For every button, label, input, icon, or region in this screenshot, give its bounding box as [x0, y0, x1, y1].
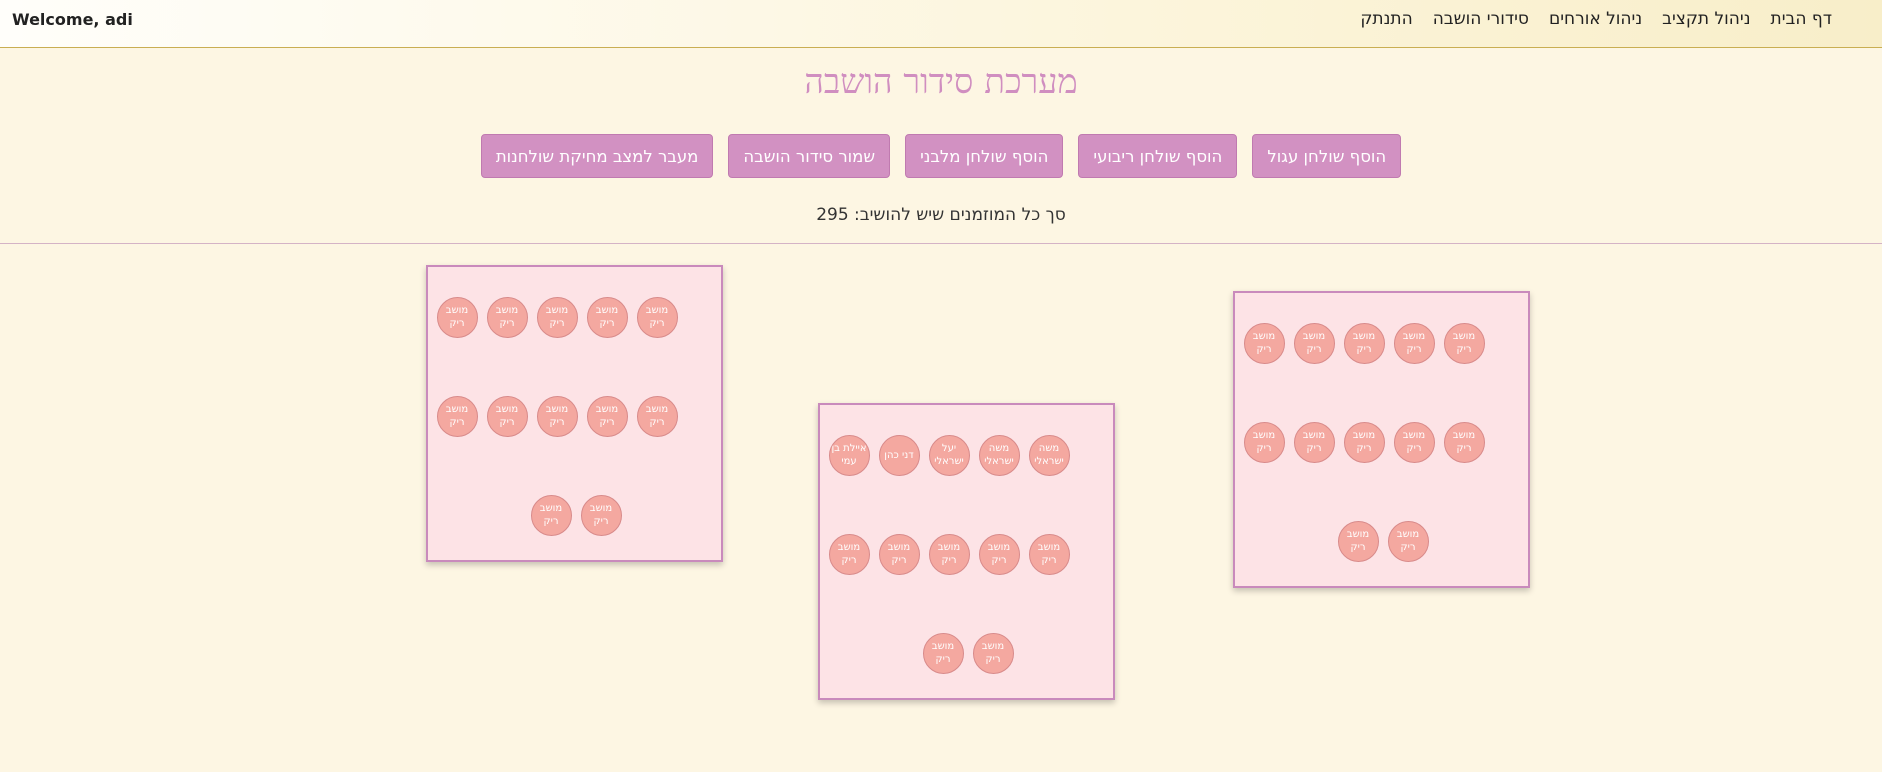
seating-table[interactable]: מושב ריק מושב ריק מושב ריק מושב ריק מושב ריק…: [1233, 291, 1530, 588]
nav-link-home[interactable]: דף הבית: [1771, 9, 1832, 29]
seat[interactable]: מושב ריק: [1443, 322, 1485, 364]
seat[interactable]: מושב ריק: [636, 296, 678, 338]
toolbar: הוסף שולחן עגול הוסף שולחן ריבועי הוסף ש…: [0, 134, 1882, 178]
seat[interactable]: מושב ריק: [636, 395, 678, 437]
seat[interactable]: מושב ריק: [978, 533, 1020, 575]
seat[interactable]: מושב ריק: [1293, 421, 1335, 463]
seat[interactable]: יעל ישראלי: [928, 434, 970, 476]
nav-links: דף הבית ניהול תקציב ניהול אורחים סידורי …: [1360, 9, 1832, 29]
seat[interactable]: מושב ריק: [1243, 322, 1285, 364]
seat[interactable]: מושב ריק: [580, 494, 622, 536]
add-rectangle-table-button[interactable]: הוסף שולחן מלבני: [905, 134, 1064, 178]
seat[interactable]: מושב ריק: [436, 296, 478, 338]
seat[interactable]: מושב ריק: [972, 632, 1014, 674]
seat[interactable]: מושב ריק: [1028, 533, 1070, 575]
add-square-table-button[interactable]: הוסף שולחן ריבועי: [1078, 134, 1238, 178]
delete-tables-mode-button[interactable]: מעבר למצב מחיקת שולחנות: [480, 134, 714, 178]
seat[interactable]: מושב ריק: [486, 296, 528, 338]
nav-link-logout[interactable]: התנתק: [1360, 9, 1412, 29]
section-divider: [0, 243, 1882, 244]
seat[interactable]: מושב ריק: [1393, 421, 1435, 463]
seating-table[interactable]: מושב ריק מושב ריק מושב ריק מושב ריק מושב ריק…: [426, 265, 723, 562]
seat[interactable]: משה ישראלי: [1028, 434, 1070, 476]
seat[interactable]: מושב ריק: [586, 395, 628, 437]
seat[interactable]: מושב ריק: [1343, 421, 1385, 463]
seat[interactable]: מושב ריק: [828, 533, 870, 575]
seat[interactable]: מושב ריק: [1393, 322, 1435, 364]
seat[interactable]: מושב ריק: [1243, 421, 1285, 463]
page-title: מערכת סידור הושבה: [804, 62, 1078, 102]
seat[interactable]: מושב ריק: [1293, 322, 1335, 364]
welcome-text: Welcome, adi: [12, 10, 133, 29]
seat[interactable]: מושב ריק: [486, 395, 528, 437]
nav-link-seating[interactable]: סידורי הושבה: [1433, 9, 1529, 29]
seat[interactable]: מושב ריק: [1443, 421, 1485, 463]
seat[interactable]: משה ישראלי: [978, 434, 1020, 476]
add-round-table-button[interactable]: הוסף שולחן עגול: [1252, 134, 1402, 178]
seat[interactable]: מושב ריק: [922, 632, 964, 674]
top-navbar: Welcome, adi דף הבית ניהול תקציב ניהול א…: [0, 0, 1882, 48]
seat[interactable]: מושב ריק: [530, 494, 572, 536]
nav-link-guests[interactable]: ניהול אורחים: [1549, 9, 1642, 29]
seat[interactable]: מושב ריק: [1343, 322, 1385, 364]
seat[interactable]: מושב ריק: [586, 296, 628, 338]
total-guests-text: סך כל המוזמנים שיש להושיב: 295: [816, 205, 1066, 225]
nav-link-budget[interactable]: ניהול תקציב: [1662, 9, 1750, 29]
save-seating-button[interactable]: שמור סידור הושבה: [728, 134, 891, 178]
seat[interactable]: מושב ריק: [436, 395, 478, 437]
seat[interactable]: דני כהן: [878, 434, 920, 476]
seat[interactable]: מושב ריק: [1337, 520, 1379, 562]
seat[interactable]: מושב ריק: [878, 533, 920, 575]
seat[interactable]: מושב ריק: [928, 533, 970, 575]
seat[interactable]: מושב ריק: [536, 395, 578, 437]
seating-table[interactable]: משה ישראלי משה ישראלי יעל ישראלי דני כהן איי…: [818, 403, 1115, 700]
seat[interactable]: מושב ריק: [536, 296, 578, 338]
seat[interactable]: איילת בן עמי: [828, 434, 870, 476]
seat[interactable]: מושב ריק: [1387, 520, 1429, 562]
